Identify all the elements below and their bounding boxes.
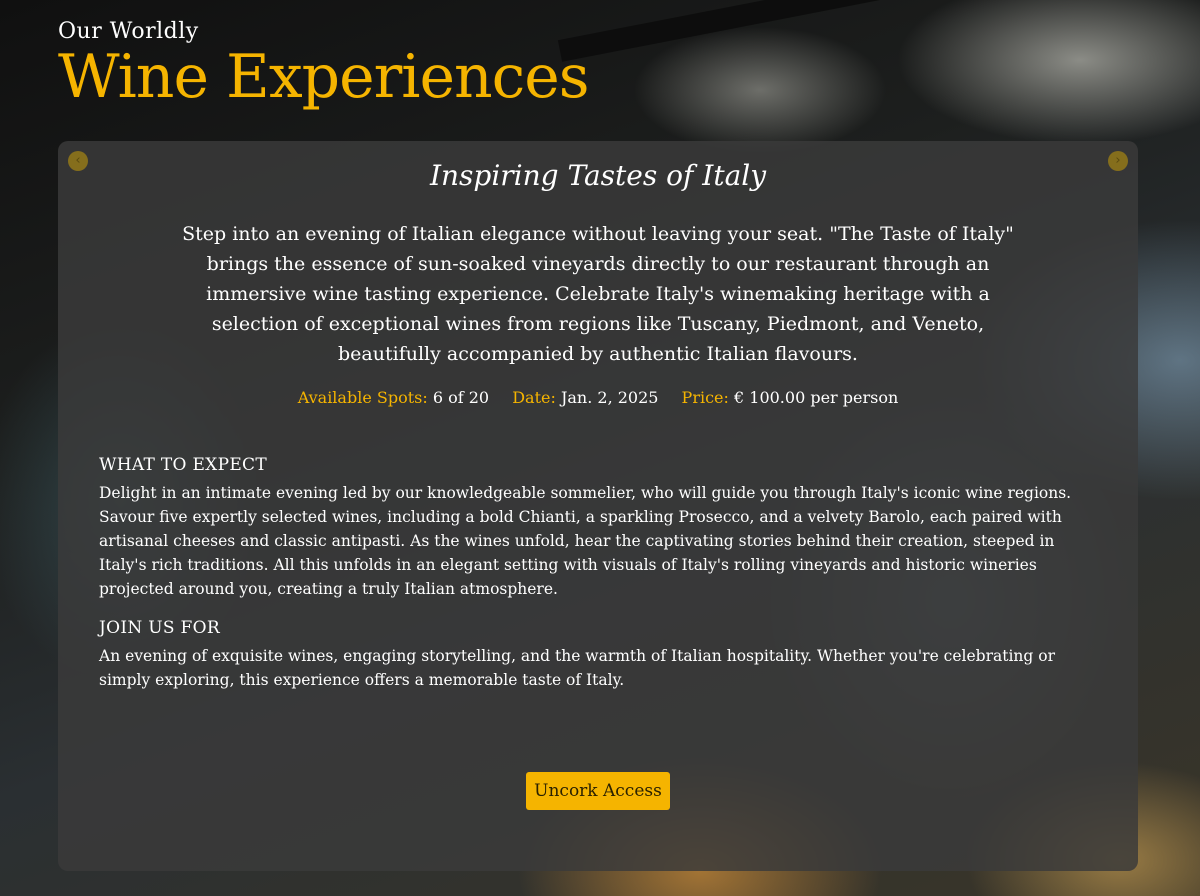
experience-card: ‹ › Inspiring Tastes of Italy Step into … (58, 141, 1138, 871)
section-join-us-for: JOIN US FOR An evening of exquisite wine… (99, 618, 1089, 692)
section-body: Delight in an intimate evening led by ou… (99, 484, 1072, 598)
spots-info: Available Spots: 6 of 20 (298, 388, 495, 407)
page-title: Wine Experiences (58, 42, 590, 112)
section-body: An evening of exquisite wines, engaging … (99, 647, 1055, 689)
price-info: Price: € 100.00 per person (682, 388, 899, 407)
date-info: Date: Jan. 2, 2025 (512, 388, 663, 407)
experience-intro: Step into an evening of Italian elegance… (182, 223, 1014, 365)
date-value: Jan. 2, 2025 (560, 388, 659, 407)
date-label: Date: (512, 388, 556, 407)
experience-meta: Available Spots: 6 of 20 Date: Jan. 2, 2… (58, 388, 1138, 407)
page-header: Our Worldly Wine Experiences (58, 18, 590, 112)
experience-title: Inspiring Tastes of Italy (429, 159, 767, 192)
section-heading: JOIN US FOR (99, 618, 220, 638)
section-what-to-expect: WHAT TO EXPECT Delight in an intimate ev… (99, 455, 1089, 601)
price-value: € 100.00 per person (734, 388, 899, 407)
uncork-access-button[interactable]: Uncork Access (526, 772, 670, 810)
spots-label: Available Spots: (297, 388, 428, 407)
spots-value: 6 of 20 (432, 388, 490, 407)
section-heading: WHAT TO EXPECT (99, 455, 267, 475)
price-label: Price: (681, 388, 729, 407)
